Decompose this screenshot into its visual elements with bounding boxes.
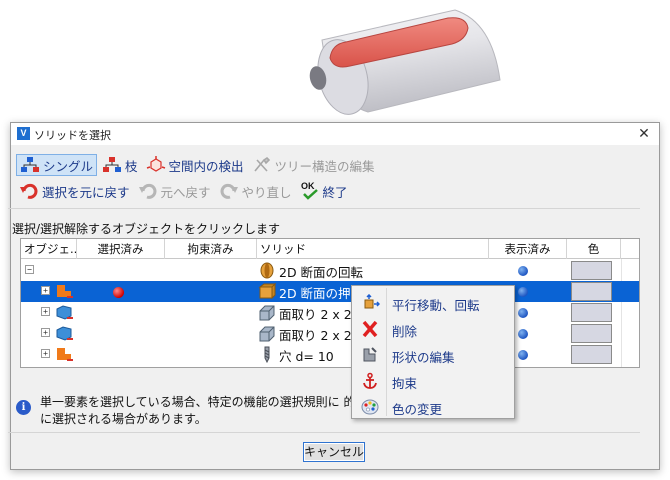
menu-item-edit-shape[interactable]: 形状の編集 [354, 342, 512, 368]
tree-expand-button[interactable]: + [41, 286, 50, 295]
visible-indicator[interactable] [518, 287, 528, 297]
table-row[interactable]: + 面取り 2 x 2 [21, 323, 639, 344]
chamfer-icon [259, 326, 275, 342]
col-header-color[interactable]: 色 [567, 239, 621, 259]
table-row[interactable]: + 穴 d= 10 [21, 344, 639, 365]
revolve-icon [260, 262, 274, 279]
object-grid[interactable]: オブジェ... 選択済み 拘束済み ソリッド 表示済み 色 − 2D 断面の回転… [20, 238, 640, 368]
footer-separator [8, 432, 640, 433]
part-orange-icon [57, 285, 73, 298]
tree-expand-button[interactable]: + [41, 307, 50, 316]
redo-button[interactable]: やり直し [216, 180, 295, 202]
col-header-object[interactable]: オブジェ... [21, 239, 77, 259]
info-text: 単一要素を選択している場合、特定の機能の選択規則に 的に選択される場合があります… [40, 395, 356, 426]
visible-indicator[interactable] [518, 329, 528, 339]
undo-selection-label: 選択を元に戻す [42, 184, 130, 200]
table-row-selected[interactable]: + 2D 断面の押 [21, 281, 639, 302]
context-menu: 平行移動、回転 削除 形状の編集 拘束 色の変更 [351, 285, 515, 419]
info-icon: i [16, 400, 31, 415]
close-button[interactable]: ✕ [635, 125, 653, 143]
single-select-icon [21, 157, 39, 172]
hole-drill-icon [264, 346, 270, 363]
color-swatch[interactable] [571, 324, 612, 343]
menu-item-label: 形状の編集 [392, 350, 455, 365]
constraint-anchor-icon [363, 372, 377, 389]
grid-header: オブジェ... 選択済み 拘束済み ソリッド 表示済み 色 [21, 239, 639, 259]
branch-select-button[interactable]: 枝 [99, 154, 141, 176]
solid-name: 面取り 2 x 2 [279, 328, 352, 343]
col-header-constrained[interactable]: 拘束済み [165, 239, 257, 259]
delete-icon [362, 320, 378, 338]
tree-collapse-button[interactable]: − [25, 265, 34, 274]
color-palette-icon [361, 399, 379, 415]
color-swatch[interactable] [571, 261, 612, 280]
branch-select-icon [103, 157, 122, 172]
spatial-detect-icon [146, 156, 165, 172]
app-icon: V [17, 127, 30, 140]
part-orange-icon [57, 348, 73, 361]
redo-icon [220, 183, 238, 199]
solid-name: 穴 d= 10 [279, 349, 334, 364]
undo-label: 元へ戻す [160, 184, 211, 200]
tree-expand-button[interactable]: + [41, 349, 50, 358]
solid-name: 2D 断面の押 [279, 286, 351, 301]
redo-label: やり直し [241, 184, 292, 200]
color-swatch[interactable] [571, 282, 612, 301]
dialog-titlebar: V ソリッドを選択 ✕ [11, 123, 659, 145]
menu-item-label: 色の変更 [392, 402, 443, 417]
extrude-icon [258, 283, 276, 300]
visible-indicator[interactable] [518, 308, 528, 318]
svg-text:OK: OK [301, 181, 315, 191]
col-header-visible[interactable]: 表示済み [489, 239, 567, 259]
finish-button[interactable]: OK 終了 [297, 180, 351, 202]
solid-name: 面取り 2 x 2 [279, 307, 352, 322]
selected-indicator[interactable] [113, 287, 124, 298]
branch-select-label: 枝 [125, 158, 138, 174]
visible-indicator[interactable] [518, 266, 528, 276]
chamfer-icon [259, 305, 275, 321]
finish-label: 終了 [322, 184, 348, 200]
edit-shape-icon [363, 347, 377, 362]
table-row[interactable]: + 面取り 2 x 2 [21, 302, 639, 323]
ok-finish-icon: OK [301, 181, 318, 200]
col-header-selected[interactable]: 選択済み [77, 239, 165, 259]
tree-expand-button[interactable]: + [41, 328, 50, 337]
instruction-text: 選択/選択解除するオブジェクトをクリックします [12, 222, 281, 236]
toolbar-separator [8, 208, 640, 209]
undo-selection-icon [20, 183, 38, 199]
tree-edit-label: ツリー構造の編集 [274, 158, 375, 174]
spatial-detect-label: 空間内の検出 [168, 158, 244, 174]
color-swatch[interactable] [571, 303, 612, 322]
menu-item-constraint[interactable]: 拘束 [354, 368, 512, 394]
tree-edit-button[interactable]: ツリー構造の編集 [249, 154, 378, 176]
cancel-button[interactable]: キャンセル [303, 442, 365, 462]
undo-button[interactable]: 元へ戻す [135, 180, 214, 202]
menu-item-label: 削除 [392, 324, 418, 339]
move-rotate-icon [364, 294, 380, 309]
col-header-solid[interactable]: ソリッド [257, 239, 489, 259]
tree-edit-icon [253, 156, 270, 172]
toolbar-row-1: シングル 枝 空間内の検出 ツリー構造の編集 [16, 154, 380, 176]
menu-item-move-rotate[interactable]: 平行移動、回転 [354, 290, 512, 316]
color-swatch[interactable] [571, 345, 612, 364]
menu-item-change-color[interactable]: 色の変更 [354, 394, 512, 420]
part-blue-icon [56, 305, 73, 320]
cylinder-model[interactable] [307, 9, 501, 120]
part-blue-icon [56, 326, 73, 341]
spatial-detect-button[interactable]: 空間内の検出 [143, 154, 247, 176]
menu-item-label: 平行移動、回転 [392, 298, 480, 313]
single-select-button[interactable]: シングル [16, 154, 98, 176]
dialog-title: ソリッドを選択 [34, 129, 111, 142]
menu-item-label: 拘束 [392, 376, 418, 391]
solid-name: 2D 断面の回転 [279, 265, 364, 280]
undo-selection-button[interactable]: 選択を元に戻す [16, 180, 133, 202]
single-select-label: シングル [43, 158, 94, 174]
toolbar-row-2: 選択を元に戻す 元へ戻す やり直し OK 終了 [16, 180, 353, 202]
visible-indicator[interactable] [518, 350, 528, 360]
table-row[interactable]: − 2D 断面の回転 [21, 260, 639, 281]
undo-icon [138, 183, 156, 199]
menu-item-delete[interactable]: 削除 [354, 316, 512, 342]
